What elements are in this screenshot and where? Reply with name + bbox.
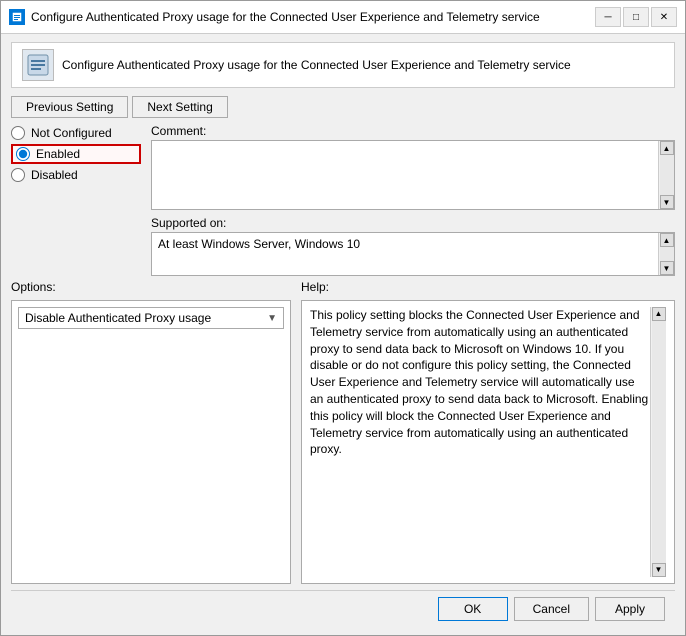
disabled-option[interactable]: Disabled (11, 168, 141, 182)
bottom-bar: OK Cancel Apply (11, 590, 675, 627)
nav-buttons: Previous Setting Next Setting (11, 96, 675, 118)
supported-box: At least Windows Server, Windows 10 ▲ ▼ (151, 232, 675, 276)
apply-button[interactable]: Apply (595, 597, 665, 621)
help-text: This policy setting blocks the Connected… (310, 307, 650, 577)
options-inner: Disable Authenticated Proxy usage ▼ (11, 300, 291, 584)
scroll-up-btn[interactable]: ▲ (660, 141, 674, 155)
comment-label: Comment: (151, 124, 675, 138)
help-label: Help: (301, 280, 675, 294)
supported-scrollbar[interactable]: ▲ ▼ (658, 233, 674, 275)
next-setting-button[interactable]: Next Setting (132, 96, 227, 118)
help-scroll-down[interactable]: ▼ (652, 563, 666, 577)
scroll-track (660, 155, 674, 195)
top-section: Not Configured Enabled Disabled Comment: (11, 124, 675, 276)
comment-input[interactable] (152, 141, 658, 209)
ok-button[interactable]: OK (438, 597, 508, 621)
enabled-label: Enabled (36, 147, 80, 161)
enabled-option[interactable]: Enabled (11, 144, 141, 164)
scroll-down-btn[interactable]: ▼ (660, 195, 674, 209)
close-button[interactable]: ✕ (651, 7, 677, 27)
comment-field-group: Comment: ▲ ▼ (151, 124, 675, 210)
supported-scroll-track (660, 247, 674, 261)
window-title: Configure Authenticated Proxy usage for … (31, 10, 589, 24)
not-configured-option[interactable]: Not Configured (11, 126, 141, 140)
help-box: This policy setting blocks the Connected… (301, 300, 675, 584)
supported-field-group: Supported on: At least Windows Server, W… (151, 216, 675, 276)
main-area: Not Configured Enabled Disabled Comment: (11, 124, 675, 584)
dropdown-arrow-icon: ▼ (267, 313, 277, 324)
window-controls: ─ □ ✕ (595, 7, 677, 27)
main-window: Configure Authenticated Proxy usage for … (0, 0, 686, 636)
supported-value: At least Windows Server, Windows 10 (152, 233, 658, 275)
help-scrollbar[interactable]: ▲ ▼ (650, 307, 666, 577)
enabled-radio[interactable] (16, 147, 30, 161)
comment-box: ▲ ▼ (151, 140, 675, 210)
radio-group: Not Configured Enabled Disabled (11, 124, 141, 276)
dialog-content: Configure Authenticated Proxy usage for … (1, 34, 685, 635)
maximize-button[interactable]: □ (623, 7, 649, 27)
header-title: Configure Authenticated Proxy usage for … (62, 58, 571, 72)
bottom-section: Disable Authenticated Proxy usage ▼ This… (11, 300, 675, 584)
section-labels-row: Options: Help: (11, 280, 675, 296)
window-icon (9, 9, 25, 25)
dropdown-value: Disable Authenticated Proxy usage (25, 311, 263, 325)
header-bar: Configure Authenticated Proxy usage for … (11, 42, 675, 88)
supported-label: Supported on: (151, 216, 675, 230)
options-panel: Disable Authenticated Proxy usage ▼ (11, 300, 291, 584)
disabled-radio[interactable] (11, 168, 25, 182)
comment-scrollbar[interactable]: ▲ ▼ (658, 141, 674, 209)
previous-setting-button[interactable]: Previous Setting (11, 96, 128, 118)
minimize-button[interactable]: ─ (595, 7, 621, 27)
options-label: Options: (11, 280, 291, 294)
supported-scroll-down[interactable]: ▼ (660, 261, 674, 275)
not-configured-label: Not Configured (31, 126, 112, 140)
proxy-dropdown[interactable]: Disable Authenticated Proxy usage ▼ (18, 307, 284, 329)
help-scroll-up[interactable]: ▲ (652, 307, 666, 321)
policy-icon (22, 49, 54, 81)
help-scroll-track (652, 321, 666, 563)
title-bar: Configure Authenticated Proxy usage for … (1, 1, 685, 34)
right-section: Comment: ▲ ▼ Supported on: (151, 124, 675, 276)
not-configured-radio[interactable] (11, 126, 25, 140)
supported-scroll-up[interactable]: ▲ (660, 233, 674, 247)
disabled-label: Disabled (31, 168, 78, 182)
cancel-button[interactable]: Cancel (514, 597, 589, 621)
help-panel: This policy setting blocks the Connected… (301, 300, 675, 584)
